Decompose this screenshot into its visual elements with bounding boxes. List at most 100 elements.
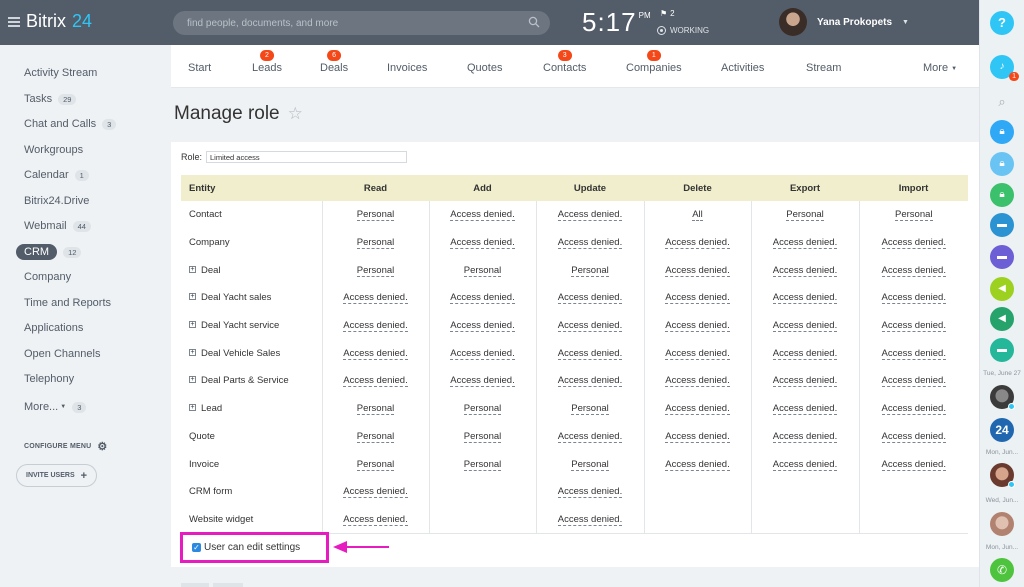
permission-value[interactable]: Access denied. — [772, 320, 838, 333]
permission-value[interactable]: Access denied. — [343, 320, 408, 333]
permission-value[interactable]: Personal — [463, 458, 502, 471]
permission-value[interactable]: Access denied. — [665, 347, 730, 360]
permission-value[interactable]: Access denied. — [450, 209, 515, 222]
permission-value[interactable]: Personal — [356, 264, 395, 277]
permission-value[interactable]: Access denied. — [772, 292, 838, 305]
permission-value[interactable]: Access denied. — [343, 486, 408, 499]
expand-icon[interactable]: + — [189, 293, 196, 301]
permission-value[interactable]: Personal — [463, 264, 502, 277]
permission-value[interactable]: Access denied. — [665, 237, 730, 250]
user-menu[interactable]: Yana Prokopets ▼ — [779, 8, 909, 36]
tab-quotes[interactable]: Quotes — [467, 62, 502, 74]
menu-item-more[interactable]: More... ▼ 3 — [24, 401, 87, 413]
menu-item-activity-stream[interactable]: Activity Stream — [24, 67, 97, 79]
recent-chat-avatar[interactable] — [990, 512, 1014, 536]
lock-icon[interactable]: 🔒︎ — [990, 120, 1014, 144]
tab-leads[interactable]: Leads 2 — [252, 50, 282, 74]
permission-value[interactable]: Access denied. — [665, 458, 730, 471]
permission-value[interactable]: Access denied. — [772, 264, 838, 277]
permission-value[interactable]: Access denied. — [772, 458, 838, 471]
configure-menu-button[interactable]: CONFIGURE MENU ⚙ — [24, 440, 107, 453]
phone-icon[interactable]: ✆ — [990, 558, 1014, 582]
open-channel-icon[interactable]: ▬ — [990, 213, 1014, 237]
open-channel-icon[interactable]: ◀ — [990, 277, 1014, 301]
tab-activities[interactable]: Activities — [721, 62, 764, 74]
permission-value[interactable]: Personal — [356, 458, 395, 471]
permission-value[interactable]: Access denied. — [665, 375, 730, 388]
permission-value[interactable]: Access denied. — [772, 403, 838, 416]
tab-deals[interactable]: Deals 6 — [320, 50, 348, 74]
tab-start[interactable]: Start — [188, 62, 211, 74]
permission-value[interactable]: Access denied. — [343, 292, 408, 305]
permission-value[interactable]: Access denied. — [557, 513, 623, 526]
permission-value[interactable]: Access denied. — [772, 237, 838, 250]
permission-value[interactable]: Access denied. — [881, 430, 946, 443]
permission-value[interactable]: Access denied. — [557, 237, 623, 250]
menu-item-calendar[interactable]: Calendar 1 — [24, 169, 89, 181]
notifications-button[interactable]: ♪ 1 — [990, 55, 1019, 81]
search-icon[interactable] — [528, 16, 540, 28]
tab-invoices[interactable]: Invoices — [387, 62, 427, 74]
permission-value[interactable]: Access denied. — [665, 430, 730, 443]
permission-value[interactable]: Access denied. — [772, 375, 838, 388]
menu-item-workgroups[interactable]: Workgroups — [24, 144, 83, 156]
permission-value[interactable]: Access denied. — [772, 347, 838, 360]
search-input[interactable] — [187, 16, 517, 30]
menu-item-open-channels[interactable]: Open Channels — [24, 348, 100, 360]
open-channel-icon[interactable]: ▬ — [990, 245, 1014, 269]
permission-value[interactable]: All — [692, 209, 703, 222]
menu-icon[interactable] — [8, 16, 20, 27]
permission-value[interactable]: Access denied. — [557, 375, 623, 388]
permission-value[interactable]: Access denied. — [343, 513, 408, 526]
permission-value[interactable]: Personal — [356, 430, 395, 443]
expand-icon[interactable]: + — [189, 348, 196, 356]
menu-item-drive[interactable]: Bitrix24.Drive — [24, 195, 89, 207]
permission-value[interactable]: Access denied. — [557, 320, 623, 333]
permission-value[interactable]: Access denied. — [665, 320, 730, 333]
tab-more[interactable]: More ▼ — [923, 62, 957, 74]
permission-value[interactable]: Access denied. — [881, 237, 946, 250]
recent-chat-avatar[interactable] — [990, 385, 1015, 410]
permission-value[interactable]: Personal — [786, 209, 824, 222]
permission-value[interactable]: Access denied. — [881, 320, 946, 333]
permission-value[interactable]: Personal — [356, 403, 395, 416]
permission-value[interactable]: Access denied. — [881, 292, 946, 305]
permission-value[interactable]: Access denied. — [881, 347, 946, 360]
permission-value[interactable]: Personal — [463, 403, 502, 416]
tab-stream[interactable]: Stream — [806, 62, 841, 74]
permission-value[interactable]: Access denied. — [450, 320, 515, 333]
star-icon[interactable]: ☆ — [288, 104, 303, 124]
menu-item-telephony[interactable]: Telephony — [24, 373, 74, 385]
permission-value[interactable]: Access denied. — [557, 486, 623, 499]
permission-value[interactable]: Access denied. — [665, 292, 730, 305]
expand-icon[interactable]: + — [189, 404, 196, 412]
menu-item-crm[interactable]: CRM 12 — [16, 244, 82, 260]
permission-value[interactable]: Access denied. — [665, 403, 730, 416]
permission-value[interactable]: Access denied. — [557, 209, 623, 222]
menu-item-tasks[interactable]: Tasks 29 — [24, 93, 77, 105]
menu-item-chat-and-calls[interactable]: Chat and Calls 3 — [24, 118, 117, 130]
permission-value[interactable]: Personal — [356, 209, 395, 222]
permission-value[interactable]: Personal — [571, 458, 609, 471]
edit-settings-checkbox[interactable]: ✓ — [192, 543, 201, 552]
clock[interactable]: 5:17 PM — [582, 7, 651, 38]
permission-value[interactable]: Access denied. — [881, 264, 946, 277]
permission-value[interactable]: Access denied. — [450, 347, 515, 360]
expand-icon[interactable]: + — [189, 321, 196, 329]
lock-icon[interactable]: 🔒︎ — [990, 152, 1014, 176]
permission-value[interactable]: Access denied. — [343, 375, 408, 388]
permission-value[interactable]: Access denied. — [557, 347, 623, 360]
permission-value[interactable]: Personal — [356, 237, 395, 250]
permission-value[interactable]: Access denied. — [881, 458, 946, 471]
edit-settings-label[interactable]: User can edit settings — [204, 542, 300, 553]
lock-icon[interactable]: 🔒︎ — [990, 183, 1014, 207]
permission-value[interactable]: Access denied. — [450, 292, 515, 305]
menu-item-applications[interactable]: Applications — [24, 322, 83, 334]
flag-counter[interactable]: ⚑ 2 — [660, 9, 675, 18]
tab-companies[interactable]: Companies 1 — [626, 50, 682, 74]
permission-value[interactable]: Personal — [571, 264, 609, 277]
permission-value[interactable]: Access denied. — [343, 347, 408, 360]
permission-value[interactable]: Access denied. — [450, 375, 515, 388]
permission-value[interactable]: Access denied. — [881, 375, 946, 388]
permission-value[interactable]: Access denied. — [881, 403, 946, 416]
